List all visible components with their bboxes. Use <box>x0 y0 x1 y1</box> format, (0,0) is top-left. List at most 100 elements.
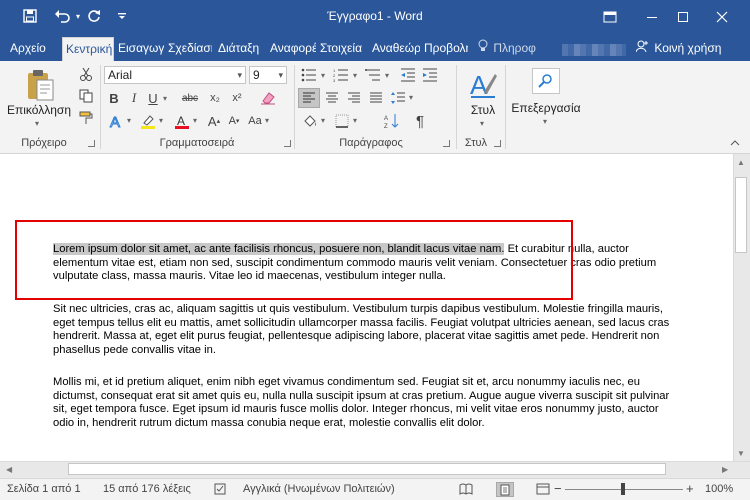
styles-label[interactable]: Στυλ <box>460 103 506 117</box>
paragraph-2[interactable]: Sit nec ultricies, cras ac, aliquam sagi… <box>53 303 678 357</box>
superscript-button[interactable]: x² <box>228 89 246 107</box>
tab-insert[interactable]: Εισαγωγή <box>116 38 164 61</box>
zoom-out-button[interactable]: − <box>554 481 562 496</box>
tell-me-text: Πληροφ <box>493 41 536 55</box>
scroll-up-icon[interactable]: ▲ <box>737 158 745 167</box>
clear-formatting-icon[interactable] <box>258 89 278 107</box>
svg-text:A: A <box>470 70 488 100</box>
font-size-value: 9 <box>253 68 260 82</box>
align-center-icon[interactable] <box>322 88 342 108</box>
read-mode-icon[interactable] <box>459 483 473 498</box>
subscript-button[interactable]: x₂ <box>206 89 224 107</box>
paste-icon[interactable] <box>22 67 58 103</box>
line-spacing-icon[interactable] <box>388 88 408 108</box>
word-count[interactable]: 15 από 176 λέξεις <box>103 483 191 495</box>
person-icon <box>635 38 648 59</box>
ribbon-display-options-icon[interactable] <box>590 0 630 33</box>
tell-me-box[interactable]: Πληροφ <box>478 38 536 59</box>
tab-review[interactable]: Αναθεώρηση <box>370 38 420 61</box>
increase-indent-icon[interactable] <box>420 66 440 84</box>
editing-label[interactable]: Επεξεργασία <box>508 101 584 115</box>
chevron-down-icon: ▾ <box>278 70 283 80</box>
align-right-icon[interactable] <box>344 88 364 108</box>
zoom-level[interactable]: 100% <box>705 483 733 495</box>
styles-dropdown-icon[interactable]: ▾ <box>480 119 484 128</box>
grow-font-button[interactable]: A ▴ <box>206 111 222 131</box>
bold-button[interactable]: B <box>106 89 122 107</box>
font-color-icon[interactable]: A <box>172 111 192 131</box>
vertical-scroll-thumb[interactable] <box>735 177 747 253</box>
paste-dropdown-icon[interactable]: ▾ <box>35 119 39 128</box>
highlight-color-icon[interactable] <box>138 111 158 131</box>
scroll-right-icon[interactable]: ▶ <box>722 465 728 474</box>
italic-button[interactable]: I <box>126 89 142 107</box>
clipboard-launcher-icon[interactable] <box>88 140 95 147</box>
borders-dropdown-icon[interactable]: ▾ <box>353 116 357 125</box>
font-color-dropdown-icon[interactable]: ▾ <box>193 116 197 125</box>
proofing-icon[interactable] <box>214 483 228 498</box>
tab-file[interactable]: Αρχείο <box>8 38 54 61</box>
tab-layout[interactable]: Διάταξη <box>216 38 264 61</box>
scroll-left-icon[interactable]: ◀ <box>6 465 12 474</box>
show-formatting-marks-icon[interactable]: ¶ <box>410 111 430 131</box>
zoom-in-button[interactable]: + <box>686 481 694 496</box>
shading-icon[interactable] <box>300 111 320 131</box>
horizontal-scroll-thumb[interactable] <box>68 463 666 475</box>
chevron-down-icon: ▾ <box>237 70 242 80</box>
web-layout-icon[interactable] <box>536 483 550 498</box>
multilevel-dropdown-icon[interactable]: ▾ <box>385 71 389 80</box>
font-size-combo[interactable]: 9 ▾ <box>249 66 287 84</box>
tab-home[interactable]: Κεντρική <box>62 37 114 61</box>
font-name-combo[interactable]: Arial ▾ <box>104 66 246 84</box>
align-left-icon[interactable] <box>298 88 320 108</box>
copy-icon[interactable] <box>76 87 96 105</box>
bullets-dropdown-icon[interactable]: ▾ <box>321 71 325 80</box>
justify-icon[interactable] <box>366 88 386 108</box>
styles-icon[interactable]: A <box>466 66 500 104</box>
change-case-button[interactable]: Aa <box>246 111 264 131</box>
collapse-ribbon-icon[interactable] <box>728 137 742 149</box>
font-launcher-icon[interactable] <box>284 140 291 147</box>
format-painter-icon[interactable] <box>76 109 96 127</box>
print-layout-icon[interactable] <box>496 482 514 497</box>
numbering-dropdown-icon[interactable]: ▾ <box>353 71 357 80</box>
underline-dropdown-icon[interactable]: ▾ <box>163 94 167 103</box>
tab-references[interactable]: Αναφορές <box>268 38 316 61</box>
cut-icon[interactable] <box>76 65 96 83</box>
highlight-dropdown-icon[interactable]: ▾ <box>159 116 163 125</box>
underline-button[interactable]: U <box>145 89 161 107</box>
tab-design[interactable]: Σχεδίαση <box>166 38 212 61</box>
borders-icon[interactable] <box>332 111 352 131</box>
paste-label[interactable]: Επικόλληση <box>4 103 74 117</box>
search-icon[interactable] <box>532 68 560 94</box>
shading-dropdown-icon[interactable]: ▾ <box>321 116 325 125</box>
paragraph-3[interactable]: Mollis mi, et id pretium aliquet, enim n… <box>53 376 678 430</box>
text-effects-dropdown-icon[interactable]: ▾ <box>127 116 131 125</box>
grow-font-label: A <box>207 113 217 129</box>
numbering-icon[interactable]: 123 <box>330 66 352 84</box>
editing-dropdown-icon[interactable]: ▾ <box>543 117 547 126</box>
styles-launcher-icon[interactable] <box>494 140 501 147</box>
maximize-button[interactable] <box>663 0 703 33</box>
line-spacing-dropdown-icon[interactable]: ▾ <box>409 93 413 102</box>
tab-view[interactable]: Προβολή <box>422 38 468 61</box>
zoom-slider-thumb[interactable] <box>621 483 625 495</box>
sort-icon[interactable]: AZ <box>382 111 402 131</box>
strikethrough-button[interactable]: abc <box>178 89 202 107</box>
scroll-down-icon[interactable]: ▼ <box>737 449 745 458</box>
shrink-font-button[interactable]: A ▾ <box>226 111 242 131</box>
bullets-icon[interactable] <box>298 66 320 84</box>
page-count[interactable]: Σελίδα 1 από 1 <box>7 483 81 495</box>
svg-text:A: A <box>177 114 185 128</box>
multilevel-list-icon[interactable] <box>362 66 384 84</box>
decrease-indent-icon[interactable] <box>398 66 418 84</box>
document-page[interactable]: Lorem ipsum dolor sit amet, ac ante faci… <box>0 154 733 461</box>
language[interactable]: Αγγλικά (Ηνωμένων Πολιτειών) <box>243 483 395 495</box>
paragraph-launcher-icon[interactable] <box>443 140 450 147</box>
ribbon-tabs: Αρχείο Κεντρική Εισαγωγή Σχεδίαση Διάταξ… <box>0 33 750 61</box>
text-effects-icon[interactable]: A <box>106 111 126 131</box>
tab-mailings[interactable]: Στοιχεία <box>318 38 366 61</box>
close-button[interactable] <box>702 0 742 33</box>
change-case-dropdown-icon[interactable]: ▾ <box>265 116 269 125</box>
share-button[interactable]: Κοινή χρήση <box>635 38 721 59</box>
